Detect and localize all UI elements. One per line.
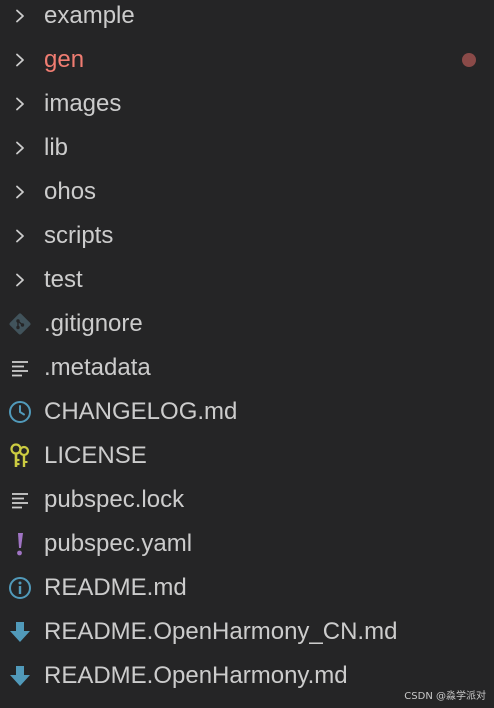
tree-item-gitignore[interactable]: .gitignore (0, 302, 494, 346)
tree-item-label: README.md (44, 574, 187, 601)
tree-item-gen[interactable]: gen (0, 38, 494, 82)
chevron-right-icon[interactable] (4, 170, 36, 214)
watermark-text: CSDN @淼学派对 (404, 691, 486, 702)
download-arrow-icon (4, 610, 36, 654)
chevron-right-icon[interactable] (4, 258, 36, 302)
clock-icon (4, 390, 36, 434)
tree-item-ohos[interactable]: ohos (0, 170, 494, 214)
chevron-right-icon[interactable] (4, 214, 36, 258)
tree-item-label: gen (44, 46, 85, 73)
tree-item-metadata[interactable]: .metadata (0, 346, 494, 390)
tree-item-label: lib (44, 134, 69, 161)
exclamation-icon (4, 522, 36, 566)
text-lines-icon (4, 478, 36, 522)
tree-item-readme[interactable]: README.md (0, 566, 494, 610)
tree-item-pubspec-lock[interactable]: pubspec.lock (0, 478, 494, 522)
tree-item-label: README.OpenHarmony_CN.md (44, 618, 398, 645)
tree-item-lib[interactable]: lib (0, 126, 494, 170)
tree-item-label: ohos (44, 178, 97, 205)
tree-item-label: scripts (44, 222, 114, 249)
tree-item-images[interactable]: images (0, 82, 494, 126)
tree-item-license[interactable]: LICENSE (0, 434, 494, 478)
text-lines-icon (4, 346, 36, 390)
tree-item-label: CHANGELOG.md (44, 398, 238, 425)
tree-item-label: pubspec.lock (44, 486, 185, 513)
git-icon (4, 302, 36, 346)
tree-item-label: example (44, 2, 135, 29)
tree-item-label: README.OpenHarmony.md (44, 662, 348, 689)
file-explorer: example gen images lib ohos scripts test… (0, 0, 494, 708)
tree-item-readme-openharmony-cn[interactable]: README.OpenHarmony_CN.md (0, 610, 494, 654)
tree-item-label: .gitignore (44, 310, 143, 337)
tree-item-pubspec-yaml[interactable]: pubspec.yaml (0, 522, 494, 566)
tree-item-label: images (44, 90, 122, 117)
info-icon (4, 566, 36, 610)
key-icon (4, 434, 36, 478)
tree-item-label: test (44, 266, 83, 293)
tree-item-changelog[interactable]: CHANGELOG.md (0, 390, 494, 434)
tree-item-test[interactable]: test (0, 258, 494, 302)
tree-item-label: .metadata (44, 354, 151, 381)
tree-item-label: pubspec.yaml (44, 530, 193, 557)
chevron-right-icon[interactable] (4, 0, 36, 38)
tree-item-scripts[interactable]: scripts (0, 214, 494, 258)
chevron-right-icon[interactable] (4, 82, 36, 126)
tree-item-label: LICENSE (44, 442, 147, 469)
chevron-right-icon[interactable] (4, 126, 36, 170)
tree-item-example[interactable]: example (0, 0, 494, 38)
modified-indicator-dot (462, 53, 476, 67)
download-arrow-icon (4, 654, 36, 698)
chevron-right-icon[interactable] (4, 38, 36, 82)
